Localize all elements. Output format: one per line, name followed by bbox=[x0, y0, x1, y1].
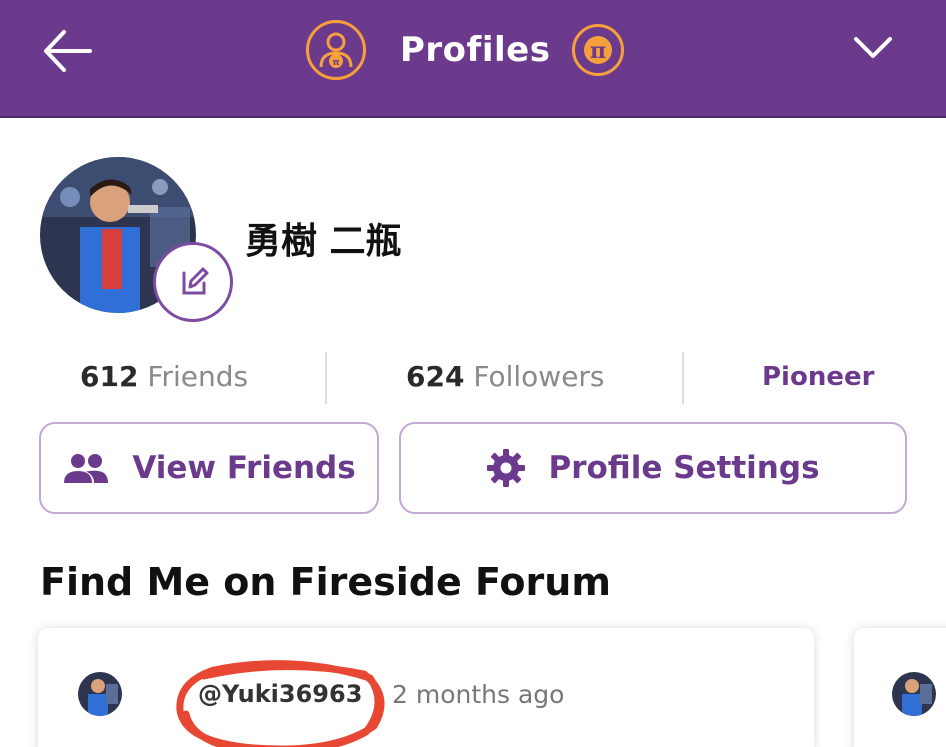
post-timestamp: 2 months ago bbox=[392, 680, 565, 709]
profile-name: 勇樹 二瓶 bbox=[245, 221, 402, 262]
profile-stats: 612 Friends 624 Followers Pioneer bbox=[0, 348, 946, 408]
people-icon bbox=[64, 454, 109, 483]
friends-label: Friends bbox=[147, 360, 249, 393]
edit-avatar-button[interactable] bbox=[153, 242, 233, 322]
divider bbox=[682, 352, 684, 404]
pi-profile-icon: π bbox=[306, 20, 366, 80]
page-title: Profiles bbox=[400, 30, 551, 70]
profile-settings-label: Profile Settings bbox=[548, 450, 820, 486]
profile-settings-button[interactable]: Profile Settings bbox=[399, 422, 907, 514]
followers-count: 624 bbox=[406, 360, 465, 393]
forum-post-card[interactable]: @Yuki36963 2 months ago bbox=[38, 628, 814, 747]
view-friends-label: View Friends bbox=[132, 450, 356, 486]
followers-stat[interactable]: 624 Followers bbox=[406, 360, 605, 393]
header-title-group: π Profiles π bbox=[306, 18, 625, 82]
svg-text:π: π bbox=[590, 38, 606, 64]
chevron-down-icon[interactable] bbox=[852, 32, 894, 62]
svg-text:π: π bbox=[332, 58, 339, 68]
post-author-handle[interactable]: @Yuki36963 bbox=[198, 680, 362, 708]
followers-label: Followers bbox=[473, 360, 605, 393]
top-bar: π Profiles π bbox=[0, 0, 946, 118]
pencil-edit-icon bbox=[182, 267, 209, 295]
view-friends-button[interactable]: View Friends bbox=[39, 422, 379, 514]
gear-icon bbox=[487, 449, 526, 487]
post-avatar bbox=[892, 672, 936, 716]
friends-stat[interactable]: 612 Friends bbox=[80, 360, 248, 393]
forum-post-card[interactable] bbox=[854, 628, 946, 747]
post-avatar bbox=[78, 672, 122, 716]
friends-count: 612 bbox=[80, 360, 139, 393]
arrow-left-icon[interactable] bbox=[40, 26, 96, 76]
pi-coin-icon: π bbox=[572, 24, 625, 76]
section-title: Find Me on Fireside Forum bbox=[40, 560, 611, 604]
role-badge[interactable]: Pioneer bbox=[762, 362, 874, 392]
divider bbox=[325, 352, 327, 404]
